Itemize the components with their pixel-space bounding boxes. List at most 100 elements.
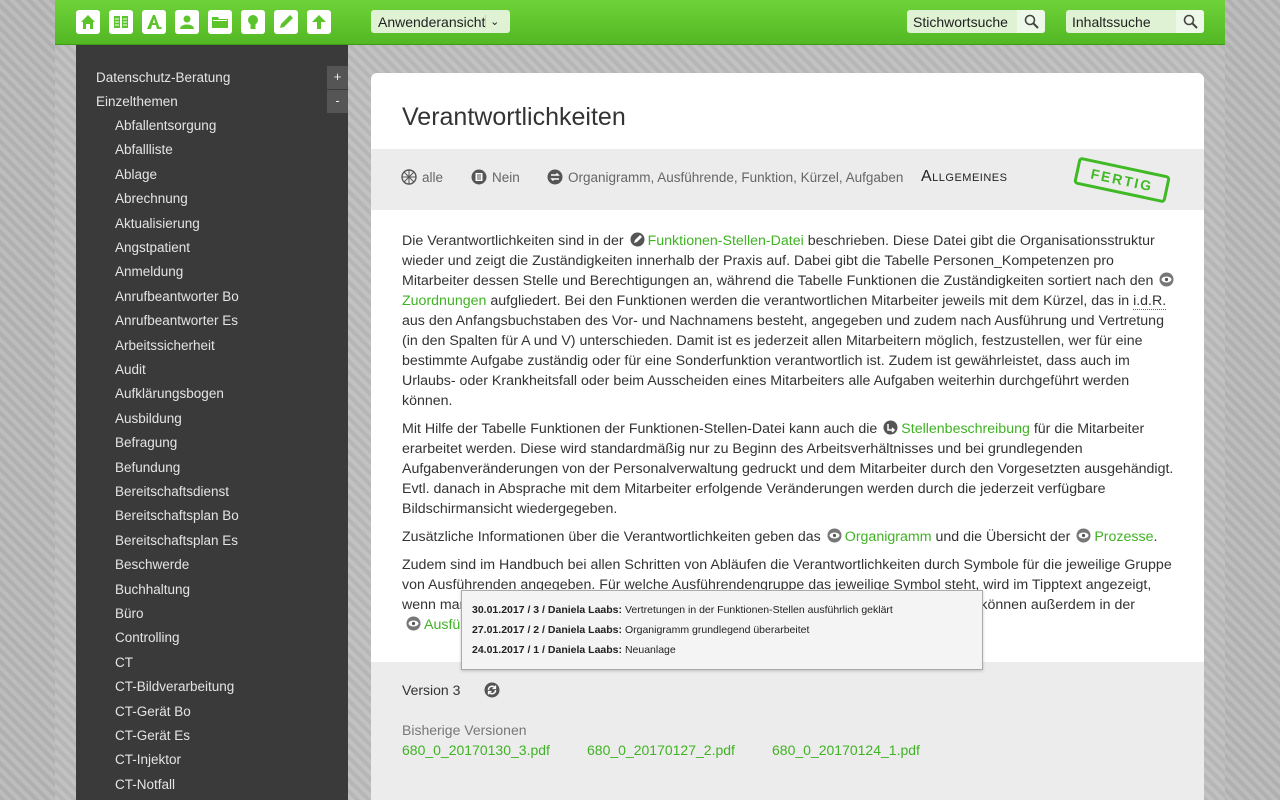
sidebar-nav: Datenschutz-Beratung Einzelthemen + - Ab… — [76, 45, 348, 800]
sidebar-item[interactable]: Ablage — [115, 167, 157, 182]
tooltip-row: 24.01.2017 / 1 / Daniela Laabs: Neuanlag… — [472, 640, 972, 660]
abbreviation[interactable]: i.d.R. — [1133, 293, 1167, 310]
article-body: Die Verantwortlichkeiten sind in der Funk… — [402, 231, 1182, 643]
sidebar-item[interactable]: Arbeitssicherheit — [115, 338, 215, 353]
content-search-input[interactable]: Inhaltssuche — [1066, 14, 1176, 30]
meta-relations: Organigramm, Ausführende, Funktion, Kürz… — [547, 169, 903, 185]
keyword-search[interactable]: Stichwortsuche — [907, 10, 1045, 33]
meta-scope-value: alle — [422, 169, 444, 185]
book-icon[interactable] — [109, 10, 133, 34]
text: Die Verantwortlichkeiten sind in der — [402, 233, 624, 249]
text: und die Übersicht der — [935, 529, 1071, 545]
sidebar-item[interactable]: CT — [115, 655, 133, 670]
home-icon[interactable] — [76, 10, 100, 34]
text: aufgliedert. Bei den Funktionen werden d… — [490, 293, 1130, 309]
link-organigramm[interactable]: Organigramm — [845, 529, 932, 545]
tooltip-row-text: Vertretungen in der Funktionen-Stellen a… — [624, 604, 893, 616]
sidebar-item[interactable]: CT-Gerät Bo — [115, 704, 191, 719]
sidebar-item[interactable]: Abfallentsorgung — [115, 118, 216, 133]
sidebar-item[interactable]: Buchhaltung — [115, 582, 190, 597]
search-icon[interactable] — [1017, 10, 1045, 33]
sidebar-item[interactable]: Angstpatient — [115, 240, 190, 255]
view-select-value: Anwenderansicht — [378, 13, 486, 30]
sidebar-item[interactable]: CT-Injektor — [115, 752, 181, 767]
tooltip-row: 27.01.2017 / 2 / Daniela Laabs: Organigr… — [472, 620, 972, 640]
tooltip-row-head: 30.01.2017 / 3 / Daniela Laabs: — [472, 604, 623, 616]
eye-icon — [827, 528, 842, 543]
lightbulb-icon[interactable] — [241, 10, 265, 34]
sidebar-item[interactable]: CT-Notfall — [115, 777, 175, 792]
refresh-icon[interactable] — [484, 682, 500, 698]
text: Zudem sind im Handbuch bei allen Schritt… — [402, 557, 1172, 573]
sidebar-item[interactable]: Aktualisierung — [115, 216, 200, 231]
font-icon[interactable] — [142, 10, 166, 34]
sidebar-item[interactable]: CT-Gerät Es — [115, 728, 190, 743]
eye-icon — [406, 616, 421, 631]
link-zuordnungen[interactable]: Zuordnungen — [402, 293, 486, 309]
link-ausfuehrende[interactable]: Ausfü — [424, 617, 460, 633]
arrow-circle-icon — [883, 420, 898, 435]
version-file-link[interactable]: 680_0_20170124_1.pdf — [772, 742, 920, 758]
version-info: Version 3 — [402, 682, 500, 698]
collapse-button[interactable]: - — [327, 90, 348, 113]
sidebar-item-datenschutz-beratung[interactable]: Datenschutz-Beratung — [96, 70, 230, 85]
sidebar-item[interactable]: Abfallliste — [115, 142, 173, 157]
sidebar-item[interactable]: Beschwerde — [115, 557, 189, 572]
sidebar-item[interactable]: Audit — [115, 362, 146, 377]
sidebar-item[interactable]: Anmeldung — [115, 264, 183, 279]
scope-icon — [401, 169, 417, 185]
tooltip-row-head: 27.01.2017 / 2 / Daniela Laabs: — [472, 624, 623, 636]
search-icon[interactable] — [1176, 10, 1204, 33]
text: wenn man — [402, 597, 468, 613]
sidebar-item[interactable]: Controlling — [115, 630, 180, 645]
version-file-link[interactable]: 680_0_20170130_3.pdf — [402, 742, 550, 758]
sidebar-item[interactable]: Ausbildung — [115, 411, 182, 426]
paragraph-1: Die Verantwortlichkeiten sind in der Funk… — [402, 231, 1182, 411]
text: Mit Hilfe der Tabelle Funktionen der Fun… — [402, 421, 878, 437]
sidebar-item[interactable]: Anrufbeantworter Es — [115, 313, 238, 328]
category-label: Allgemeines — [921, 168, 1008, 185]
chevron-down-icon: ⌄ — [485, 15, 503, 28]
version-file-link[interactable]: 680_0_20170127_2.pdf — [587, 742, 735, 758]
pencil-icon[interactable] — [274, 10, 298, 34]
sidebar-item[interactable]: Abrechnung — [115, 191, 188, 206]
sidebar-item[interactable]: Bereitschaftsplan Es — [115, 533, 238, 548]
user-icon[interactable] — [175, 10, 199, 34]
sidebar-item[interactable]: Aufklärungsbogen — [115, 386, 224, 401]
upload-icon[interactable] — [307, 10, 331, 34]
sidebar-item[interactable]: Befragung — [115, 435, 177, 450]
link-funktionen-stellen-datei[interactable]: Funktionen-Stellen-Datei — [648, 233, 804, 249]
paragraph-3: Zusätzliche Informationen über die Veran… — [402, 527, 1182, 547]
sidebar-item-einzelthemen[interactable]: Einzelthemen — [96, 94, 178, 109]
link-prozesse[interactable]: Prozesse — [1094, 529, 1153, 545]
pencil-icon — [630, 232, 645, 247]
sidebar-item[interactable]: Bereitschaftsdienst — [115, 484, 229, 499]
text: können außerdem in der — [980, 597, 1135, 613]
meta-relations-value: Organigramm, Ausführende, Funktion, Kürz… — [568, 169, 904, 185]
version-label: Version 3 — [402, 682, 461, 698]
sidebar-item[interactable]: Bereitschaftsplan Bo — [115, 508, 239, 523]
meta-print-value: Nein — [492, 169, 520, 185]
sidebar-item[interactable]: Befundung — [115, 460, 180, 475]
previous-versions-label: Bisherige Versionen — [402, 722, 527, 738]
folder-icon[interactable] — [208, 10, 232, 34]
text: aus den Anfangsbuchstaben des Vor- und N… — [402, 313, 1164, 409]
eye-icon — [1076, 528, 1091, 543]
page-title: Verantwortlichkeiten — [402, 103, 626, 131]
sidebar-item[interactable]: Büro — [115, 606, 144, 621]
tooltip-row: 30.01.2017 / 3 / Daniela Laabs: Vertretu… — [472, 600, 972, 620]
tooltip-row-head: 24.01.2017 / 1 / Daniela Laabs: — [472, 644, 623, 656]
expand-button[interactable]: + — [327, 66, 348, 89]
keyword-search-input[interactable]: Stichwortsuche — [907, 14, 1017, 30]
view-select[interactable]: Anwenderansicht ⌄ — [371, 10, 510, 33]
tooltip-row-text: Organigramm grundlegend überarbeitet — [624, 624, 810, 636]
meta-print: Nein — [471, 169, 520, 185]
sidebar-item[interactable]: Anrufbeantworter Bo — [115, 289, 239, 304]
relations-icon — [547, 169, 563, 185]
sidebar-item[interactable]: CT-Bildverarbeitung — [115, 679, 234, 694]
print-icon — [471, 169, 487, 185]
version-history-tooltip: 30.01.2017 / 3 / Daniela Laabs: Vertretu… — [461, 590, 983, 670]
content-search[interactable]: Inhaltssuche — [1066, 10, 1204, 33]
text: . — [1153, 529, 1158, 545]
link-stellenbeschreibung[interactable]: Stellenbeschreibung — [901, 421, 1030, 437]
